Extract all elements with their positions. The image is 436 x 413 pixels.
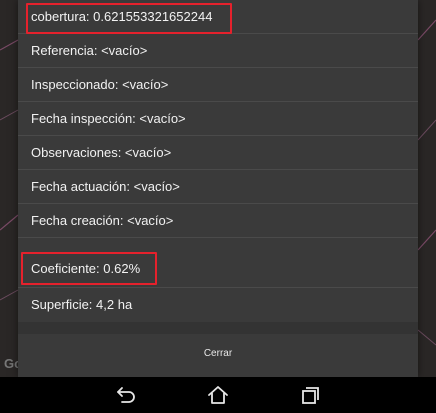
list-item-label: Superficie: 4,2 ha xyxy=(31,297,133,312)
list-item-fecha-inspeccion[interactable]: Fecha inspección: <vacío> xyxy=(18,102,418,136)
feature-attributes-dialog: cobertura: 0.621553321652244 Referencia:… xyxy=(18,0,418,377)
list-item-observaciones[interactable]: Observaciones: <vacío> xyxy=(18,136,418,170)
highlight-box-coeficiente xyxy=(21,252,157,285)
list-item-label: Fecha actuación: <vacío> xyxy=(31,179,180,194)
highlight-box-cobertura xyxy=(26,3,232,34)
recents-icon[interactable] xyxy=(298,383,322,407)
list-item-label: Inspeccionado: <vacío> xyxy=(31,77,169,92)
list-item-fecha-actuacion[interactable]: Fecha actuación: <vacío> xyxy=(18,170,418,204)
list-item-label: Fecha inspección: <vacío> xyxy=(31,111,186,126)
back-icon[interactable] xyxy=(114,383,138,407)
list-item-label: Fecha creación: <vacío> xyxy=(31,213,174,228)
list-item-inspeccionado[interactable]: Inspeccionado: <vacío> xyxy=(18,68,418,102)
list-item-fecha-creacion[interactable]: Fecha creación: <vacío> xyxy=(18,204,418,238)
list-item-superficie[interactable]: Superficie: 4,2 ha xyxy=(18,288,418,322)
list-scroll-edge xyxy=(18,322,418,334)
list-item-referencia[interactable]: Referencia: <vacío> xyxy=(18,34,418,68)
list-item-label: Observaciones: <vacío> xyxy=(31,145,172,160)
navigation-bar xyxy=(0,377,436,413)
list-item-label: Referencia: <vacío> xyxy=(31,43,148,58)
home-icon[interactable] xyxy=(206,383,230,407)
close-button[interactable]: Cerrar xyxy=(18,334,418,377)
